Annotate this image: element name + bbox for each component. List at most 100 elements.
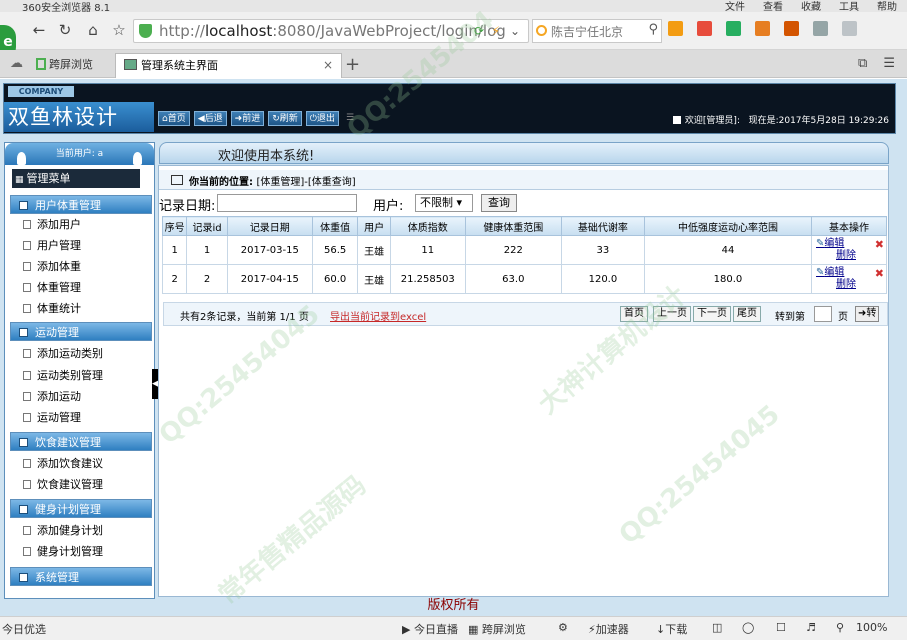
tab-main-page[interactable]: 管理系统主界面 × <box>115 53 342 78</box>
sidebar-item-add-diet[interactable]: 添加饮食建议 <box>23 456 103 472</box>
more-icon[interactable] <box>842 21 857 36</box>
cell: 44 <box>643 235 813 265</box>
sidebar-item-diet-manage[interactable]: 饮食建议管理 <box>23 477 103 493</box>
user-label: 用户: <box>373 199 404 214</box>
status-daily-picks[interactable]: 今日优选 <box>2 621 46 637</box>
doc-icon <box>23 480 31 489</box>
apps-icon[interactable] <box>668 21 683 36</box>
export-excel-link[interactable]: 导出当前记录到excel <box>330 308 426 323</box>
sidebar-item-add-user[interactable]: 添加用户 <box>23 217 81 233</box>
settings-icon[interactable]: ⚙ <box>558 621 568 634</box>
clipboard-icon[interactable]: ☐ <box>776 621 786 634</box>
sidebar-item-sport-type-manage[interactable]: 运动类别管理 <box>23 368 103 384</box>
sidebar-item-weight-manage[interactable]: 体重管理 <box>23 280 81 296</box>
doc-icon <box>23 262 31 271</box>
sidebar-item-add-sport[interactable]: 添加运动 <box>23 389 81 405</box>
pin-icon <box>133 152 142 165</box>
date-input[interactable] <box>217 194 357 212</box>
cell: 2017-03-15 <box>226 235 313 265</box>
tab-menu-icon[interactable]: ☰ <box>883 56 895 71</box>
close-tab-icon[interactable]: × <box>323 54 333 77</box>
sidebar-item-add-sport-type[interactable]: 添加运动类别 <box>23 346 103 362</box>
zoom-icon[interactable]: ⚲ <box>836 621 844 634</box>
search-icon[interactable]: ⚲ <box>648 22 658 37</box>
zoom-level[interactable]: 100% <box>856 621 887 634</box>
sidebar-item-add-plan[interactable]: 添加健身计划 <box>23 523 103 539</box>
copyright: 版权所有 <box>427 598 480 613</box>
header-nav: ⌂首页 ◀后退 ➜前进 ↻刷新 ⏻退出 ☰ <box>158 111 357 126</box>
browser-statusbar: 今日优选 ▶ 今日直播 ▦ 跨屏浏览 ⚙ ⚡加速器 ↓下载 ◫ ◯ ☐ ♬ ⚲ … <box>0 616 907 640</box>
delete-icon[interactable]: ✖ <box>875 239 884 251</box>
sidebar-item-sport-manage[interactable]: 运动管理 <box>23 410 81 426</box>
user-select[interactable]: 不限制 ▾ <box>415 194 473 212</box>
translate-icon[interactable] <box>726 21 741 36</box>
cloud-icon[interactable]: ☁ <box>10 56 23 71</box>
new-tab-icon[interactable]: + <box>345 54 360 75</box>
tab-cross-screen[interactable]: 跨屏浏览 <box>36 53 108 78</box>
col-header: 中低强度运动心率范围 <box>643 216 813 236</box>
cell: 王雄 <box>357 264 391 294</box>
reload-icon[interactable]: ↻ <box>56 21 74 39</box>
volume-icon[interactable]: ♬ <box>806 621 816 634</box>
restore-tab-icon[interactable]: ⧉ <box>858 56 867 71</box>
doc-icon <box>23 220 31 229</box>
sidebar-section-sport[interactable]: 运动管理 <box>10 322 152 341</box>
browser-e-icon[interactable]: ◯ <box>742 621 754 634</box>
nav-refresh-button[interactable]: ↻刷新 <box>268 111 302 126</box>
status-live[interactable]: ▶ 今日直播 <box>402 621 458 637</box>
sidebar-section-weight[interactable]: 用户体重管理 <box>10 195 152 214</box>
go-button[interactable]: ➜转 <box>855 306 880 322</box>
status-accelerator[interactable]: ⚡加速器 <box>588 621 629 637</box>
screenshot-icon[interactable] <box>813 21 828 36</box>
cell: 2017-04-15 <box>226 264 313 294</box>
address-bar[interactable]: http://localhost:8080/JavaWebProject/log… <box>133 19 529 43</box>
ops-cell: ✎编辑 删除 ✖ <box>811 264 887 294</box>
delete-link[interactable]: 删除 <box>816 250 886 262</box>
cell: 1 <box>161 235 188 265</box>
window-icon <box>171 175 183 185</box>
cell: 21.258503 <box>389 264 466 294</box>
doc-icon <box>23 304 31 313</box>
cell: 60.0 <box>311 264 359 294</box>
nav-forward-button[interactable]: ➜前进 <box>230 111 265 126</box>
col-header: 用户 <box>357 216 391 236</box>
page-input[interactable] <box>814 306 832 322</box>
pagination-bar: 共有2条记录，当前第 1/1 页 导出当前记录到excel 首页 上一页 下一页… <box>163 302 888 326</box>
table-header-row: 序号 记录id 记录日期 体重值 用户 体质指数 健康体重范围 基础代谢率 中低… <box>161 216 887 236</box>
image-icon[interactable] <box>784 21 799 36</box>
search-box[interactable]: 陈吉宁任北京 ⚲ <box>532 19 662 43</box>
refresh-green-icon[interactable]: ⟳ <box>474 24 484 38</box>
sidebar-item-weight-stats[interactable]: 体重统计 <box>23 301 81 317</box>
star-icon[interactable]: ☆ <box>110 21 128 39</box>
nav-menu-icon: ☰ <box>345 113 355 123</box>
extension-icon[interactable] <box>697 21 712 36</box>
sidebar-item-user-manage[interactable]: 用户管理 <box>23 238 81 254</box>
pin-icon <box>17 152 26 165</box>
status-cross-screen[interactable]: ▦ 跨屏浏览 <box>468 621 526 637</box>
delete-icon[interactable]: ✖ <box>875 268 884 280</box>
page-icon <box>124 59 137 70</box>
sidebar-item-add-weight[interactable]: 添加体重 <box>23 259 81 275</box>
next-page-button[interactable]: 下一页 <box>693 306 731 322</box>
nav-logout-button[interactable]: ⏻退出 <box>305 111 339 126</box>
pdf-icon[interactable] <box>755 21 770 36</box>
nav-home-button[interactable]: ⌂首页 <box>158 111 190 126</box>
nav-back-button[interactable]: ◀后退 <box>193 111 227 126</box>
delete-link[interactable]: 删除 <box>816 279 886 291</box>
status-download[interactable]: ↓下载 <box>656 621 687 637</box>
layout-icon[interactable]: ◫ <box>712 621 722 634</box>
last-page-button[interactable]: 尾页 <box>733 306 761 322</box>
sidebar-section-diet[interactable]: 饮食建议管理 <box>10 432 152 451</box>
main-content: 你当前的位置: [体重管理]-[体重查询] 记录日期: 用户: 不限制 ▾ 查询… <box>158 165 889 597</box>
home-icon[interactable]: ⌂ <box>84 21 102 39</box>
query-button[interactable]: 查询 <box>481 194 517 212</box>
sidebar-section-fitness[interactable]: 健身计划管理 <box>10 499 152 518</box>
first-page-button[interactable]: 首页 <box>620 306 648 322</box>
lightning-icon[interactable]: ⚡ <box>492 24 500 38</box>
sidebar-section-system[interactable]: 系统管理 <box>10 567 152 586</box>
back-arrow-icon[interactable]: ← <box>30 21 48 39</box>
prev-page-button[interactable]: 上一页 <box>653 306 691 322</box>
col-header: 基本操作 <box>811 216 887 236</box>
sidebar-item-plan-manage[interactable]: 健身计划管理 <box>23 544 103 560</box>
chevron-down-icon[interactable]: ⌄ <box>510 24 520 38</box>
